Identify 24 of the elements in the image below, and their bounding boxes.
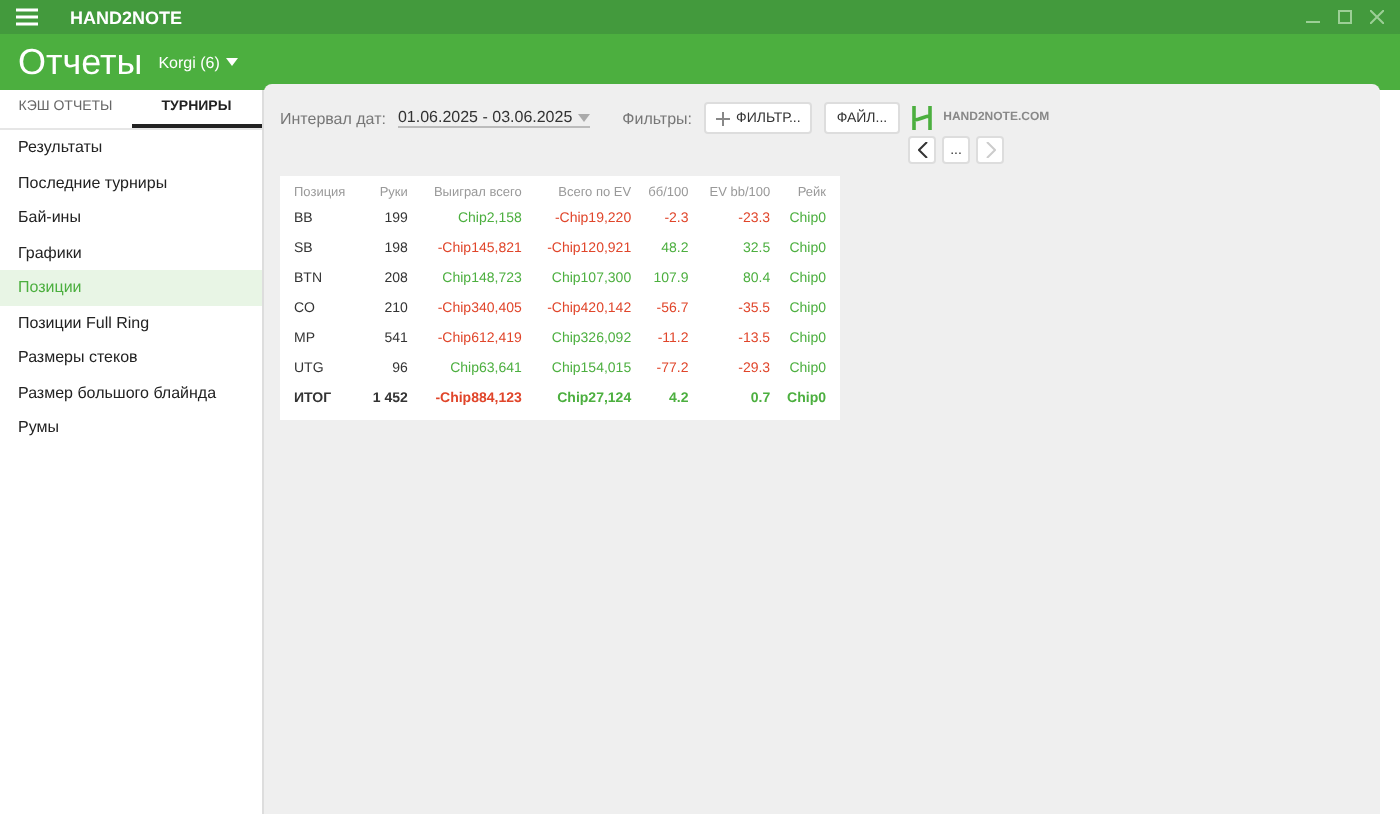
sidebar-item[interactable]: Графики: [0, 235, 262, 270]
caret-icon: [225, 58, 238, 66]
close-icon[interactable]: [1370, 10, 1384, 24]
filters-label: Фильтры:: [622, 109, 693, 127]
previous-button[interactable]: [908, 136, 936, 164]
sidebar-item[interactable]: Размер большого блайнда: [0, 375, 262, 410]
sidebar-item[interactable]: Результаты: [0, 130, 262, 165]
caret-icon: [578, 113, 591, 121]
date-label: Интервал дат:: [280, 109, 386, 127]
sidebar-item[interactable]: Размеры стеков: [0, 340, 262, 375]
date-range-selector[interactable]: 01.06.2025 - 03.06.2025: [397, 108, 591, 128]
next-button[interactable]: [976, 136, 1004, 164]
sidebar-item[interactable]: Бай-ины: [0, 200, 262, 235]
app-name: HAND2NOTE: [70, 7, 183, 27]
chevron-right-icon: [985, 142, 995, 158]
sidebar-item[interactable]: Позиции Full Ring: [0, 305, 262, 340]
sidebar-item[interactable]: Румы: [0, 410, 262, 445]
page-title: Отчеты: [18, 41, 143, 83]
menu-icon[interactable]: [16, 8, 38, 26]
sidebar-item[interactable]: Последние турниры: [0, 165, 262, 200]
maximize-icon[interactable]: [1338, 10, 1352, 24]
logo-icon: [911, 106, 932, 130]
plus-icon: [716, 111, 731, 125]
chevron-left-icon: [917, 142, 927, 158]
